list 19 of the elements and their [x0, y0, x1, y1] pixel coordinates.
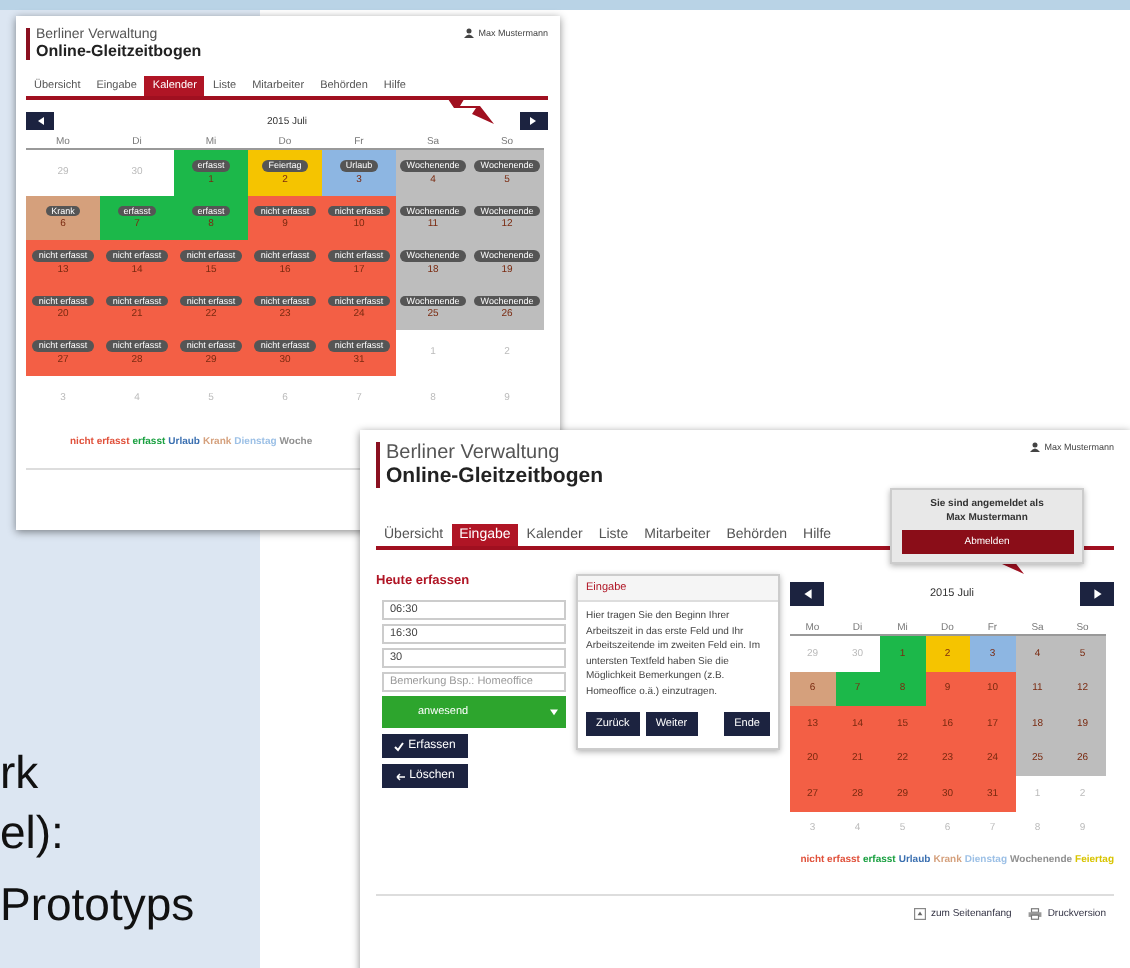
caret-icon: [550, 708, 558, 716]
right-arrow-icon: [528, 116, 539, 126]
previous-month-button[interactable]: [26, 112, 54, 130]
next-month-button[interactable]: [1080, 582, 1114, 606]
check-icon: [394, 741, 405, 751]
back-arrow-icon: [395, 771, 406, 781]
slide-text: Prototyps: [0, 882, 195, 928]
slide-text: rk: [0, 750, 39, 796]
up-arrow-icon: [913, 908, 925, 920]
previous-month-button[interactable]: [790, 582, 824, 606]
user-icon: [1030, 442, 1041, 452]
left-arrow-icon: [801, 588, 813, 600]
right-arrow-icon: [1091, 588, 1103, 600]
left-arrow-icon: [35, 116, 45, 126]
printer-icon: [1027, 908, 1042, 920]
next-month-button[interactable]: [519, 112, 548, 130]
user-icon: [464, 28, 475, 38]
app-title: Berliner Verwaltung Online-Gleitzeitbogen: [376, 442, 604, 488]
slide-text: el):: [0, 810, 64, 856]
